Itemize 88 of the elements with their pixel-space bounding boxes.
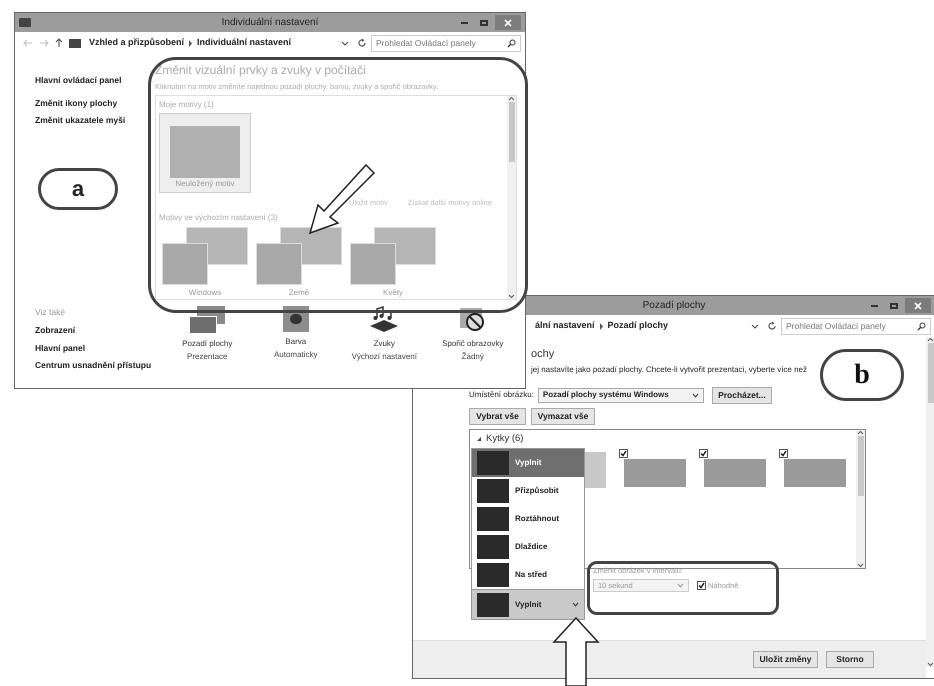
setting-value: Prezentace <box>187 351 228 364</box>
setting-link[interactable]: Pozadí plochy <box>182 338 232 350</box>
sidebar-link[interactable]: Hlavní ovládací panel <box>35 74 155 87</box>
setting-value: Výchozí nastavení <box>352 351 417 364</box>
window-title: Pozadí plochy <box>642 299 706 313</box>
setting-link[interactable]: Barva <box>285 336 306 348</box>
breadcrumb-item[interactable]: Vzhled a přizpůsobení <box>89 36 184 50</box>
scroll-down-icon[interactable] <box>857 562 864 568</box>
checkbox[interactable] <box>699 448 708 458</box>
close-icon <box>504 18 512 26</box>
scrollbar[interactable] <box>926 337 934 667</box>
theme-thumbnail[interactable] <box>350 226 436 284</box>
close-button[interactable] <box>905 298 931 313</box>
button[interactable]: Vymazat vše <box>531 408 595 424</box>
callout-label: a <box>72 178 84 200</box>
search-field[interactable]: Prohledat Ovládací panely <box>371 34 521 52</box>
photo-placeholder <box>477 592 509 616</box>
photo-placeholder <box>477 563 509 587</box>
caret-icon <box>572 602 579 607</box>
dropdown-option[interactable]: Vyplnit <box>472 449 584 477</box>
expand-icon[interactable] <box>476 436 482 442</box>
theme-thumbnail <box>170 126 240 178</box>
scroll-up-icon[interactable] <box>927 337 934 343</box>
up-arrow-icon[interactable] <box>55 38 63 48</box>
checkbox[interactable] <box>619 448 628 458</box>
photo-placeholder <box>477 479 509 503</box>
scrollbar[interactable] <box>507 96 516 300</box>
photo-placeholder <box>477 535 509 559</box>
scrollbar[interactable] <box>856 430 865 568</box>
chevron-icon <box>598 322 604 330</box>
chevron-icon <box>188 40 194 46</box>
scroll-up-icon[interactable] <box>857 430 864 436</box>
window-icon <box>19 18 31 27</box>
position-dropdown[interactable]: Vyplnit Přizpůsobit Roztáhnout Dlaždice Na střed Vyplnit <box>471 448 585 620</box>
sidebar-link[interactable]: Zobrazení <box>35 324 155 336</box>
setting-value: Žádný <box>462 351 484 364</box>
caret-icon <box>677 583 684 588</box>
group-title: Moje motivy (1) <box>159 99 215 112</box>
checkbox[interactable] <box>779 448 788 458</box>
sidebar-link[interactable]: Změnit ukazatele myši <box>35 114 155 126</box>
location-select[interactable]: Pozadí plochy systému Windows <box>538 388 704 402</box>
scroll-down-icon[interactable] <box>927 661 934 667</box>
page-heading: Změnit vizuální prvky a zvuky v počítači <box>155 62 367 79</box>
photo-placeholder <box>477 507 509 531</box>
search-icon <box>917 322 926 330</box>
address-bar[interactable]: Vzhled a přizpůsobení Individuální nastavení <box>85 34 353 52</box>
refresh-icon[interactable] <box>767 321 777 331</box>
address-bar[interactable]: ální nastavení Pozadí plochy <box>531 318 763 334</box>
group-title[interactable]: Kytky (6) <box>486 432 524 446</box>
button[interactable]: Vybrat vše <box>469 408 526 424</box>
search-icon <box>507 38 516 48</box>
section-label: Viz také <box>35 306 66 319</box>
caret-icon <box>751 324 759 328</box>
refresh-icon[interactable] <box>357 38 367 48</box>
breadcrumb-item[interactable]: Pozadí plochy <box>608 319 668 333</box>
close-button[interactable] <box>495 15 521 30</box>
caret-icon <box>692 392 699 398</box>
sidebar-link[interactable]: Hlavní panel <box>35 342 155 354</box>
sidebar-link[interactable]: Centrum usnadnění přístupu <box>35 359 155 372</box>
theme-name: Neuložený motiv <box>175 178 235 190</box>
position-select[interactable]: Vyplnit <box>472 589 584 619</box>
scroll-thumb[interactable] <box>928 343 934 403</box>
scroll-thumb[interactable] <box>508 102 514 162</box>
scroll-thumb[interactable] <box>858 436 864 496</box>
button[interactable]: Storno <box>826 651 874 668</box>
setting-value: Automaticky <box>274 349 318 362</box>
page-heading: ochy <box>531 347 554 362</box>
theme-thumbnail[interactable] <box>162 226 248 284</box>
button[interactable]: Procházet... <box>712 386 772 404</box>
setting-link[interactable]: Spořič obrazovky <box>442 338 504 350</box>
window-title: Individuální nastavení <box>222 16 318 30</box>
group-title: Motivy ve výchozím nastavení (3) <box>159 212 279 224</box>
search-field[interactable]: Prohledat Ovládací panely <box>781 318 931 334</box>
scroll-down-icon[interactable] <box>508 293 515 300</box>
pictures-icon <box>189 306 226 334</box>
scroll-up-icon[interactable] <box>508 96 515 102</box>
callout-label: b <box>854 361 870 389</box>
close-icon <box>914 302 922 310</box>
caret-icon <box>341 40 349 46</box>
setting-link[interactable]: Zvuky <box>374 338 395 350</box>
breadcrumb-item[interactable]: Individuální nastavení <box>197 36 292 50</box>
theme-thumbnail[interactable] <box>256 226 342 284</box>
field-label: Umístění obrázku: <box>469 389 534 401</box>
button[interactable]: Uložit změny <box>753 651 818 668</box>
breadcrumb-item[interactable]: ální nastavení <box>535 319 595 333</box>
sidebar-link[interactable]: Změnit ikony plochy <box>35 96 155 110</box>
description: jej nastavíte jako pozadí plochy. Chcete-li vytvořit prezentaci, vyberte více než <box>531 364 807 376</box>
photo-placeholder <box>477 451 509 475</box>
